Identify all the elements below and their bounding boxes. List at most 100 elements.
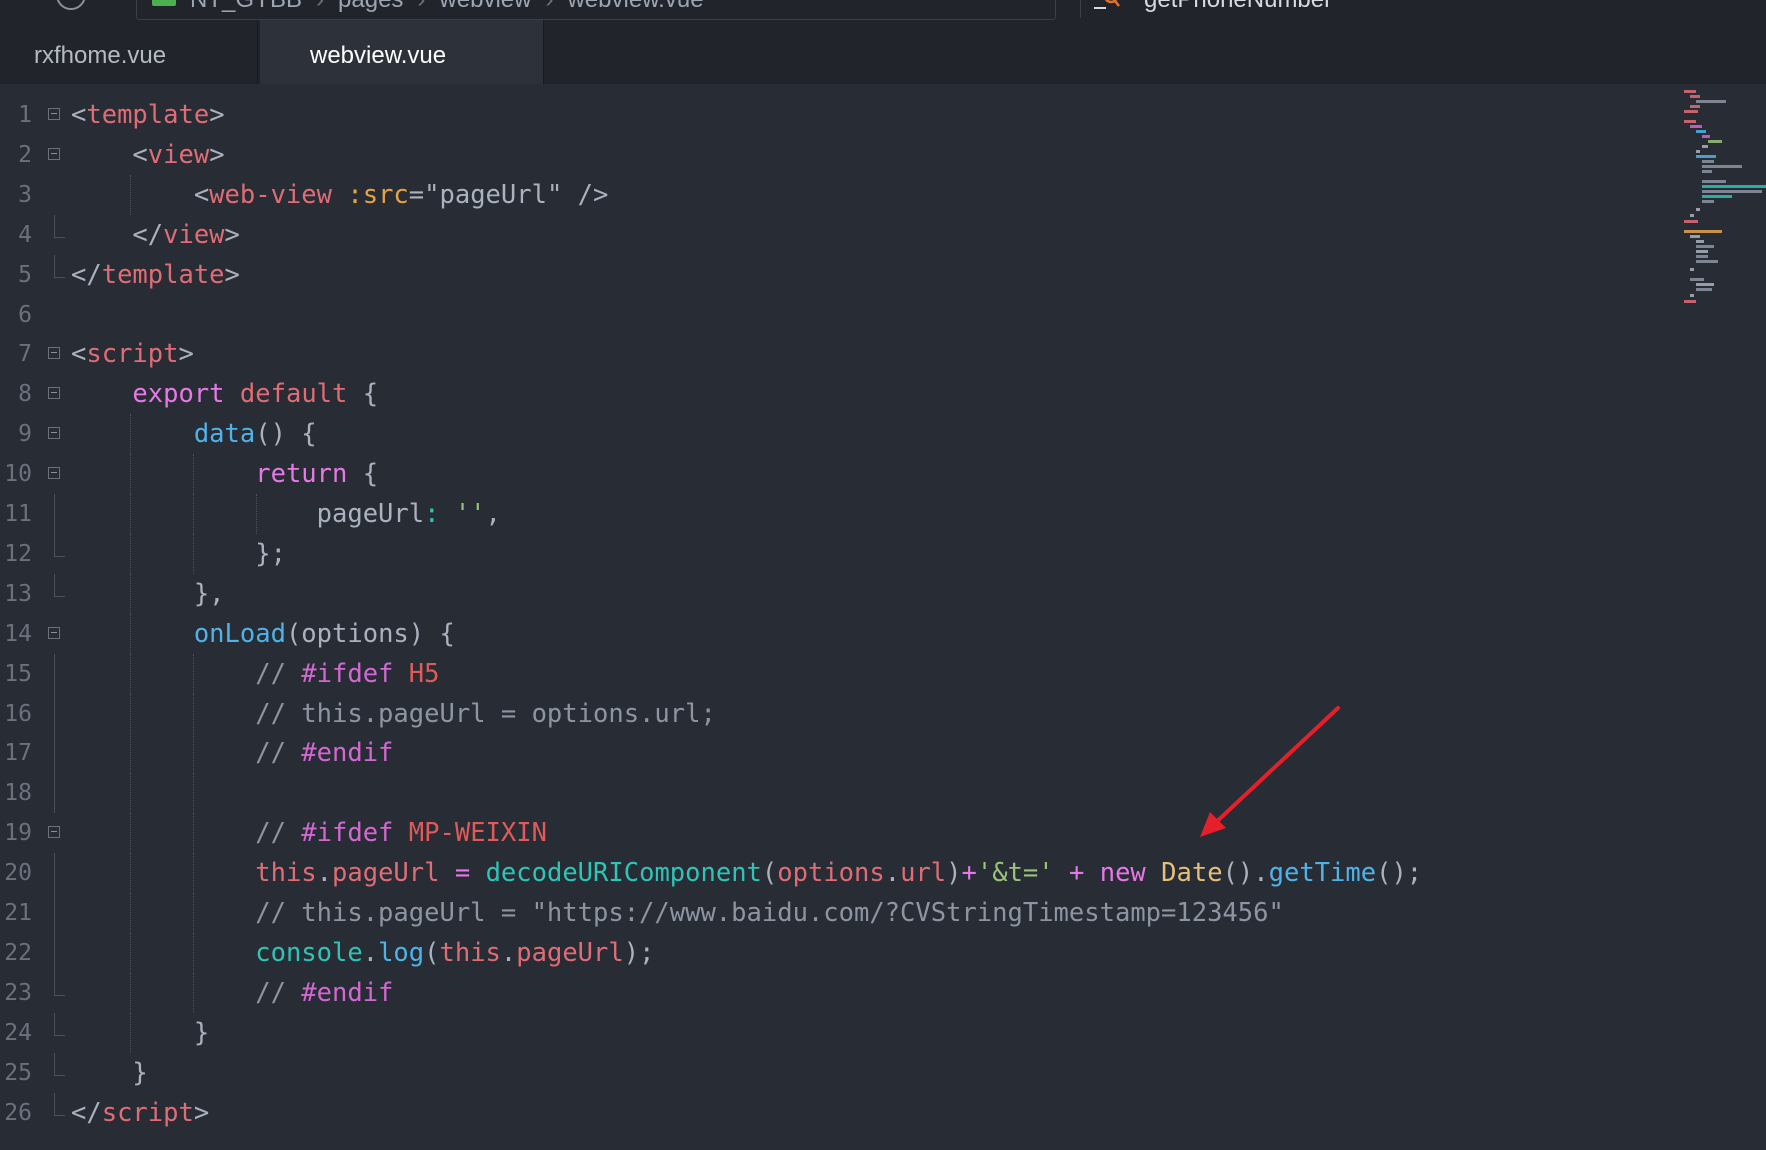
code-token: ( [761,858,778,889]
code-line[interactable]: 12 }; [0,533,1680,574]
fold-toggle-icon[interactable] [48,626,60,639]
code-token: pageUrl [71,499,425,529]
code-token: script [86,339,179,370]
code-line[interactable]: 5 </template> [0,254,1680,295]
fold-toggle-icon[interactable] [48,467,60,480]
code-line[interactable]: 6 [0,295,1680,335]
code-line[interactable]: 13 }, [0,573,1680,614]
fold-end-marker [54,254,65,278]
code-token: . [884,858,901,889]
minimap-line [1696,208,1700,211]
fold-end-marker [54,214,65,238]
minimap-line [1696,260,1718,263]
code-line[interactable]: 1 <template> [0,95,1680,135]
minimap-line [1690,105,1700,108]
code-token: < [71,179,210,210]
minimap-line [1684,120,1696,123]
code-line[interactable]: 2 <view> [0,135,1680,175]
fold-toggle-icon[interactable] [48,147,60,160]
breadcrumb-item[interactable]: webview [439,0,531,13]
minimap-line [1696,250,1708,253]
code-line[interactable]: 23 // #endif [0,972,1680,1013]
code-token: { [347,459,379,490]
history-icon[interactable] [56,0,86,10]
breadcrumb-path[interactable]: NT_GYBB › pages › webview › webview.vue [190,0,704,14]
code-line[interactable]: 19 // #ifdef MP-WEIXIN [0,813,1680,854]
tab-webview[interactable]: webview.vue [260,20,544,84]
search-text[interactable]: getPhoneNumber [1144,0,1332,14]
code-line[interactable]: 3 <web-view :src="pageUrl" /> [0,174,1680,215]
code-line[interactable]: 10 return { [0,454,1680,495]
breadcrumb-item[interactable]: pages [338,0,403,13]
code-text: pageUrl: '', [71,494,501,534]
search-icon[interactable] [1092,0,1120,10]
line-number: 22 [4,939,32,966]
code-line[interactable]: 24 } [0,1012,1680,1053]
minimap-line [1702,180,1726,183]
code-line[interactable]: 25 } [0,1052,1680,1093]
code-line[interactable]: 8 export default { [0,374,1680,414]
code-line[interactable]: 18 [0,773,1680,814]
code-line[interactable]: 9 data() { [0,414,1680,455]
code-text: } [71,1013,209,1053]
code-token: </ [71,219,164,250]
annotation-arrow [1200,706,1340,837]
code-line[interactable]: 17 // #endif [0,733,1680,774]
code-line[interactable]: 22 console.log(this.pageUrl); [0,932,1680,973]
code-text: onLoad(options) { [71,614,455,654]
code-text: console.log(this.pageUrl); [71,933,654,973]
minimap-line [1684,220,1698,223]
code-line[interactable]: 26 </script> [0,1092,1680,1133]
code-line[interactable]: 20 this.pageUrl = decodeURIComponent(opt… [0,853,1680,894]
code-line[interactable]: 7 <script> [0,334,1680,374]
line-number: 10 [4,461,32,488]
code-token: script [101,1097,194,1128]
code-token: + [1069,858,1085,889]
code-line[interactable]: 14 onLoad(options) { [0,613,1680,654]
code-line[interactable]: 16 // this.pageUrl = options.url; [0,693,1680,734]
fold-toggle-icon[interactable] [48,387,60,400]
line-number: 2 [18,141,32,168]
code-token: #endif [301,977,394,1008]
code-token: decodeURIComponent [485,858,762,889]
code-token: : [424,499,440,529]
code-token: #ifdef [301,658,394,689]
line-number: 19 [4,820,32,847]
code-token: , [485,499,501,529]
code-token: getTime [1268,858,1377,889]
breadcrumb-item[interactable]: webview.vue [567,0,703,13]
code-line[interactable]: 11 pageUrl: '', [0,494,1680,534]
minimap[interactable] [1684,90,1766,350]
breadcrumb-item[interactable]: NT_GYBB [190,0,302,13]
minimap-line [1690,95,1700,98]
code-line[interactable]: 21 // this.pageUrl = "https://www.baidu.… [0,893,1680,933]
tab-rxfhome[interactable]: rxfhome.vue [0,20,258,84]
code-token: }; [71,538,286,569]
code-token: this [255,858,317,889]
code-token: new [1099,858,1146,889]
fold-toggle-icon[interactable] [48,347,60,360]
code-token: > [224,219,240,250]
project-icon [152,0,176,6]
code-line[interactable]: 15 // #ifdef H5 [0,653,1680,694]
code-token: > [209,139,225,170]
fold-toggle-icon[interactable] [48,108,60,120]
code-line[interactable]: 4 </view> [0,214,1680,255]
code-text: <script> [71,334,194,374]
fold-toggle-icon[interactable] [48,826,60,839]
code-token: view [163,219,225,250]
code-text: // this.pageUrl = options.url; [71,694,716,734]
minimap-line [1696,283,1714,286]
code-token: // [255,818,302,849]
fold-toggle-icon[interactable] [48,427,60,440]
fold-range-marker [54,653,55,694]
line-number: 5 [18,261,32,288]
code-editor[interactable]: 1 <template> 2 <view> 3 <web-view :src="pag… [0,95,1680,1150]
